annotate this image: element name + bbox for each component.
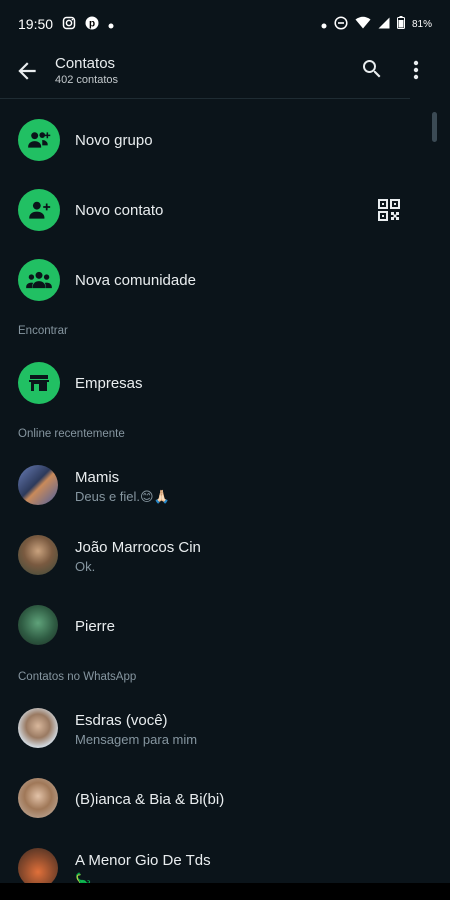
- notification-dot-icon: [108, 16, 114, 32]
- new-community-row[interactable]: Nova comunidade: [0, 245, 436, 315]
- status-bar: 19:50 p 81%: [0, 0, 450, 48]
- pinterest-icon: p: [85, 16, 99, 33]
- contact-status: Ok.: [75, 559, 96, 574]
- contact-status: Deus e fiel.😊🙏🏻: [75, 489, 170, 504]
- arrow-back-icon: [18, 62, 36, 80]
- contact-list[interactable]: Novo grupo Novo contato Nova comunidade …: [0, 99, 436, 883]
- page-title: Contatos: [55, 55, 116, 72]
- contact-status: Mensagem para mim: [75, 732, 198, 747]
- battery-icon: [396, 16, 405, 32]
- notification-dot-icon: [321, 16, 327, 32]
- scrollbar-thumb[interactable]: [432, 112, 437, 142]
- do-not-disturb-icon: [334, 15, 348, 33]
- group-add-icon: [18, 119, 60, 161]
- contact-row[interactable]: A Menor Gio De Tds 🦕: [0, 834, 436, 883]
- new-contact-row[interactable]: Novo contato: [0, 175, 436, 245]
- new-community-label: Nova comunidade: [75, 272, 196, 289]
- businesses-label: Empresas: [75, 375, 143, 392]
- contact-name: Mamis: [75, 469, 120, 486]
- avatar: [18, 535, 58, 575]
- contact-row[interactable]: Mamis Deus e fiel.😊🙏🏻: [0, 451, 436, 521]
- businesses-row[interactable]: Empresas: [0, 348, 436, 418]
- section-header-whatsapp: Contatos no WhatsApp: [18, 671, 137, 683]
- avatar: [18, 848, 58, 883]
- back-button[interactable]: [14, 58, 40, 84]
- search-button[interactable]: [360, 57, 384, 81]
- system-navigation-bar: [0, 883, 450, 900]
- instagram-icon: [62, 16, 76, 33]
- clock: 19:50: [18, 16, 54, 32]
- avatar: [18, 465, 58, 505]
- new-group-label: Novo grupo: [75, 132, 153, 149]
- app-bar: Contatos 402 contatos: [0, 48, 450, 98]
- avatar: [18, 605, 58, 645]
- svg-text:p: p: [89, 18, 95, 29]
- header-titles: Contatos 402 contatos: [55, 55, 118, 86]
- wifi-icon: [355, 16, 371, 32]
- new-contact-label: Novo contato: [75, 202, 164, 219]
- section-header-recent: Online recentemente: [18, 428, 125, 440]
- new-group-row[interactable]: Novo grupo: [0, 105, 436, 175]
- signal-icon: [378, 16, 390, 32]
- qr-code-icon: [378, 199, 400, 221]
- storefront-icon: [18, 362, 60, 404]
- search-icon: [363, 60, 381, 78]
- contact-name: João Marrocos Cin: [75, 539, 201, 556]
- contact-name: (B)ianca & Bia & Bi(bi): [75, 791, 225, 808]
- community-icon: [18, 259, 60, 301]
- more-options-button[interactable]: [406, 58, 426, 82]
- contact-row[interactable]: Esdras (você) Mensagem para mim: [0, 694, 436, 764]
- contact-row[interactable]: João Marrocos Cin Ok.: [0, 521, 436, 591]
- qr-code-button[interactable]: [378, 199, 400, 221]
- contact-name: A Menor Gio De Tds: [75, 852, 211, 869]
- contact-row[interactable]: (B)ianca & Bia & Bi(bi): [0, 764, 436, 834]
- contact-count: 402 contatos: [55, 74, 118, 86]
- avatar: [18, 708, 58, 748]
- contact-status: 🦕: [75, 872, 92, 883]
- person-add-icon: [18, 189, 60, 231]
- more-vert-icon: [413, 60, 419, 80]
- contact-row[interactable]: Pierre: [0, 591, 436, 661]
- contact-name: Pierre: [75, 618, 116, 635]
- avatar: [18, 778, 58, 818]
- battery-level: 81%: [411, 18, 432, 30]
- contact-name: Esdras (você): [75, 712, 168, 729]
- scrollbar-track[interactable]: [438, 100, 450, 883]
- section-header-find: Encontrar: [18, 325, 68, 337]
